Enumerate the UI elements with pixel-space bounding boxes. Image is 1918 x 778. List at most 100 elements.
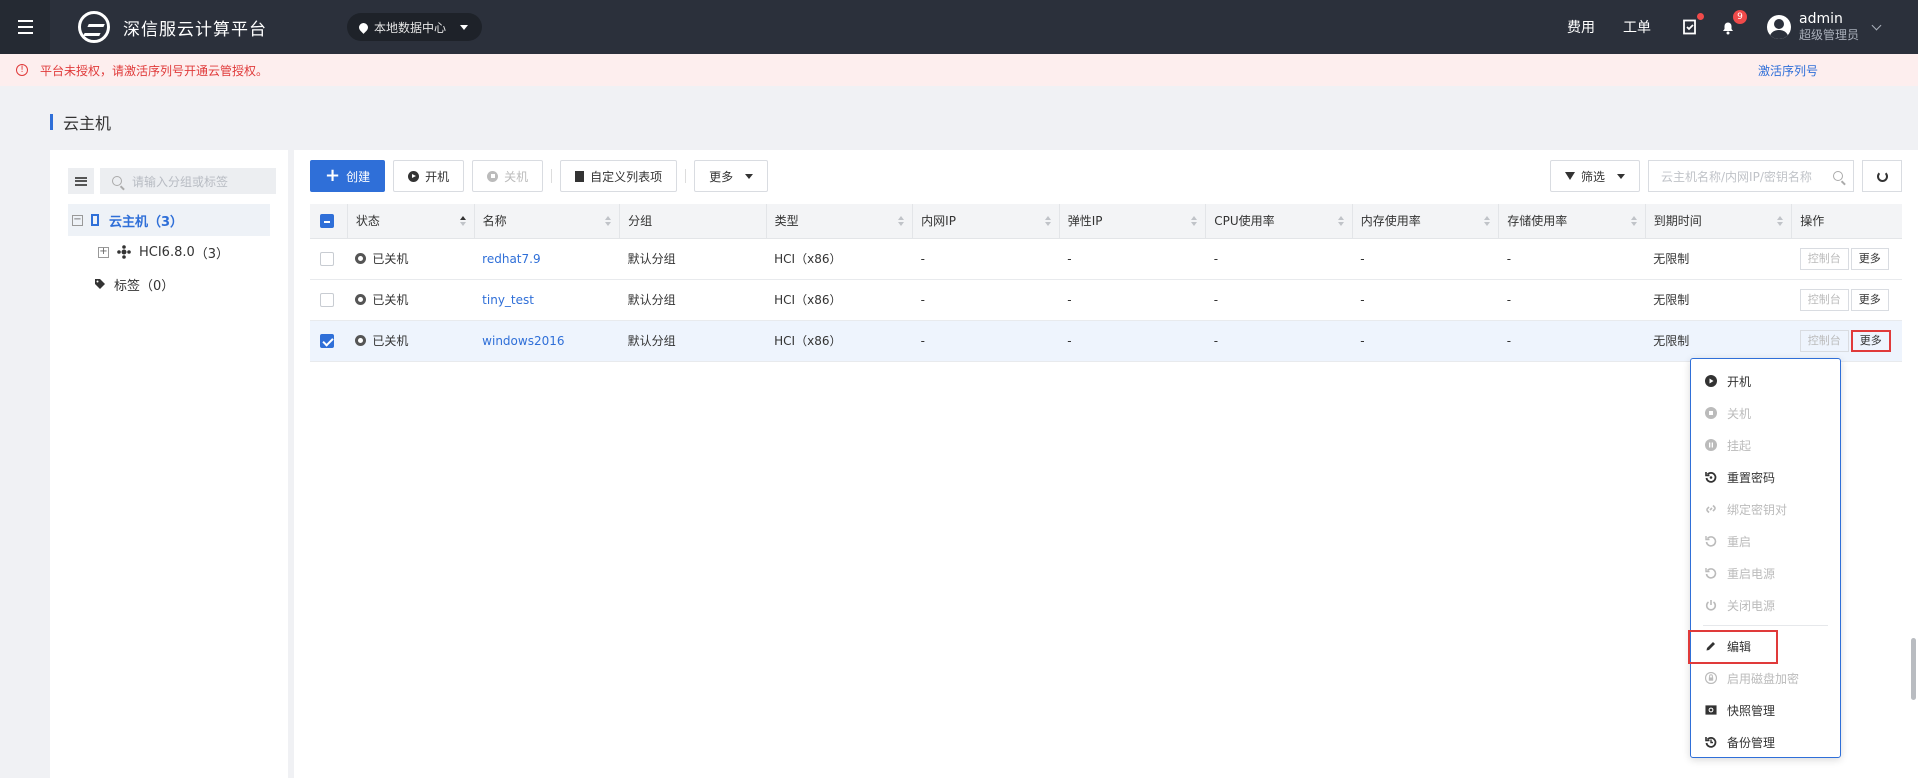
brand[interactable]: 深信服云计算平台	[78, 11, 267, 43]
power-on-button[interactable]: 开机	[393, 160, 465, 192]
document-icon	[575, 170, 585, 182]
vm-name-link[interactable]: windows2016	[482, 334, 564, 348]
tree-search-input[interactable]: 请输入分组或标签	[100, 168, 276, 194]
sort-icon[interactable]	[898, 216, 905, 226]
col-mem[interactable]: 内存使用率	[1352, 204, 1500, 239]
power-off-button[interactable]: 关机	[472, 160, 544, 192]
console-button[interactable]: 控制台	[1799, 247, 1849, 270]
console-button[interactable]: 控制台	[1799, 288, 1849, 311]
vm-name-link[interactable]: tiny_test	[482, 293, 534, 307]
menu-item-edit[interactable]: 编辑	[1688, 630, 1840, 664]
menu-item-suspend[interactable]: 挂起	[1691, 429, 1840, 461]
user-info[interactable]: admin 超级管理员	[1799, 11, 1859, 43]
filter-button[interactable]: 筛选	[1549, 160, 1640, 192]
sort-icon[interactable]	[459, 216, 466, 226]
row-checkbox[interactable]	[320, 251, 334, 266]
row-checkbox[interactable]	[320, 333, 334, 348]
vm-name-link[interactable]: redhat7.9	[482, 252, 540, 266]
menu-item-power-on[interactable]: 开机	[1691, 365, 1840, 397]
menu-item-label: 快照管理	[1727, 703, 1776, 718]
expand-icon[interactable]: +	[98, 246, 109, 258]
tree-view-icon[interactable]	[68, 168, 94, 194]
col-type[interactable]: 类型	[766, 204, 914, 239]
tree-node-count: （3）	[194, 246, 230, 262]
menu-item-snapshot[interactable]: 快照管理	[1691, 694, 1840, 726]
menu-item-bind-keypair[interactable]: 绑定密钥对	[1691, 493, 1840, 525]
col-cpu[interactable]: CPU使用率	[1205, 204, 1353, 239]
table-row[interactable]: 已关机 tiny_test 默认分组 HCI（x86） - - - - - 无限…	[310, 279, 1902, 321]
col-status[interactable]: 状态	[347, 204, 475, 239]
row-checkbox[interactable]	[320, 292, 334, 307]
power-on-label: 开机	[425, 169, 450, 184]
mem-cell: -	[1352, 238, 1499, 280]
menu-item-power-off[interactable]: 关机	[1691, 397, 1840, 429]
vm-search-input[interactable]: 云主机名称/内网IP/密钥名称	[1648, 160, 1854, 192]
tree-node-tag[interactable]: 标签 （0）	[68, 268, 270, 300]
create-label: 创建	[346, 169, 371, 184]
collapse-icon[interactable]: −	[72, 214, 83, 226]
col-name[interactable]: 名称	[474, 204, 621, 239]
storage-cell: -	[1498, 279, 1646, 321]
sort-icon[interactable]	[1777, 216, 1784, 226]
menu-item-power-cycle[interactable]: 重启电源	[1691, 557, 1840, 589]
console-button[interactable]: 控制台	[1799, 329, 1849, 352]
col-expire[interactable]: 到期时间	[1645, 204, 1793, 239]
info-icon: !	[16, 64, 28, 76]
col-cpu-label: CPU使用率	[1214, 214, 1275, 229]
eip-cell: -	[1059, 279, 1206, 321]
sort-icon[interactable]	[1337, 216, 1344, 226]
menu-item-reset-password[interactable]: 重置密码	[1691, 461, 1840, 493]
chevron-down-icon[interactable]	[1871, 20, 1882, 30]
menu-item-enable-disk-encryption[interactable]: 启用磁盘加密	[1691, 662, 1840, 694]
col-storage[interactable]: 存储使用率	[1498, 204, 1646, 239]
sort-icon[interactable]	[605, 216, 612, 226]
sort-icon[interactable]	[1044, 216, 1051, 226]
col-actions-label: 操作	[1800, 214, 1825, 229]
refresh-button[interactable]	[1862, 160, 1902, 192]
tree-node-hci[interactable]: + HCI6.8.0 （3）	[68, 236, 270, 268]
tree-node-count: （0）	[140, 278, 175, 294]
menu-item-restart[interactable]: 重启	[1691, 525, 1840, 557]
more-button[interactable]: 更多	[1850, 247, 1889, 270]
more-dropdown-button[interactable]: 更多	[694, 160, 769, 192]
more-button[interactable]: 更多	[1850, 288, 1889, 311]
eip-cell: -	[1059, 238, 1206, 280]
col-eip[interactable]: 弹性IP	[1059, 204, 1207, 239]
sort-icon[interactable]	[1484, 216, 1491, 226]
menu-item-label: 启用磁盘加密	[1727, 671, 1800, 686]
ticket-link[interactable]: 工单	[1623, 17, 1651, 37]
table-row[interactable]: 已关机 windows2016 默认分组 HCI（x86） - - - - - …	[310, 320, 1902, 362]
link-icon	[1705, 503, 1717, 515]
user-avatar-icon[interactable]	[1766, 15, 1791, 39]
cpu-cell: -	[1205, 320, 1353, 362]
page-scrollbar[interactable]	[1911, 638, 1916, 700]
more-button[interactable]: 更多	[1850, 329, 1891, 352]
tree-node-label: HCI6.8.0	[139, 244, 195, 260]
table-row[interactable]: 已关机 redhat7.9 默认分组 HCI（x86） - - - - - 无限…	[310, 238, 1902, 280]
create-button[interactable]: + 创建	[310, 160, 386, 192]
datacenter-selector[interactable]: 本地数据中心	[347, 13, 483, 41]
sort-icon[interactable]	[1191, 216, 1198, 226]
storage-cell: -	[1498, 238, 1646, 280]
billing-link[interactable]: 费用	[1567, 17, 1595, 37]
tree-node-vm[interactable]: − 云主机 （3）	[68, 204, 270, 236]
status-cell: 已关机	[347, 279, 475, 321]
bell-icon[interactable]: 9	[1717, 10, 1747, 38]
activate-serial-link[interactable]: 激活序列号	[1758, 62, 1818, 79]
table-header: 状态 名称 分组 类型 内网IP 弹性IP CPU使用率 内存使用率 存储使用率…	[310, 204, 1902, 239]
menu-icon[interactable]	[0, 0, 50, 54]
actions-cell: 控制台 更多	[1791, 279, 1902, 321]
restart-icon	[1705, 535, 1717, 547]
custom-columns-button[interactable]: 自定义列表项	[560, 160, 678, 192]
select-all-checkbox[interactable]	[320, 214, 334, 228]
status-cell: 已关机	[347, 320, 475, 362]
menu-item-label: 重启	[1727, 534, 1752, 549]
menu-item-backup[interactable]: 备份管理	[1691, 726, 1840, 758]
play-icon	[1705, 375, 1717, 387]
menu-item-power-down[interactable]: 关闭电源	[1691, 589, 1840, 621]
sort-icon[interactable]	[1630, 216, 1637, 226]
search-icon[interactable]	[1833, 171, 1843, 181]
task-icon[interactable]	[1679, 13, 1704, 38]
highlight-box	[1688, 630, 1778, 664]
col-ip[interactable]: 内网IP	[912, 204, 1060, 239]
